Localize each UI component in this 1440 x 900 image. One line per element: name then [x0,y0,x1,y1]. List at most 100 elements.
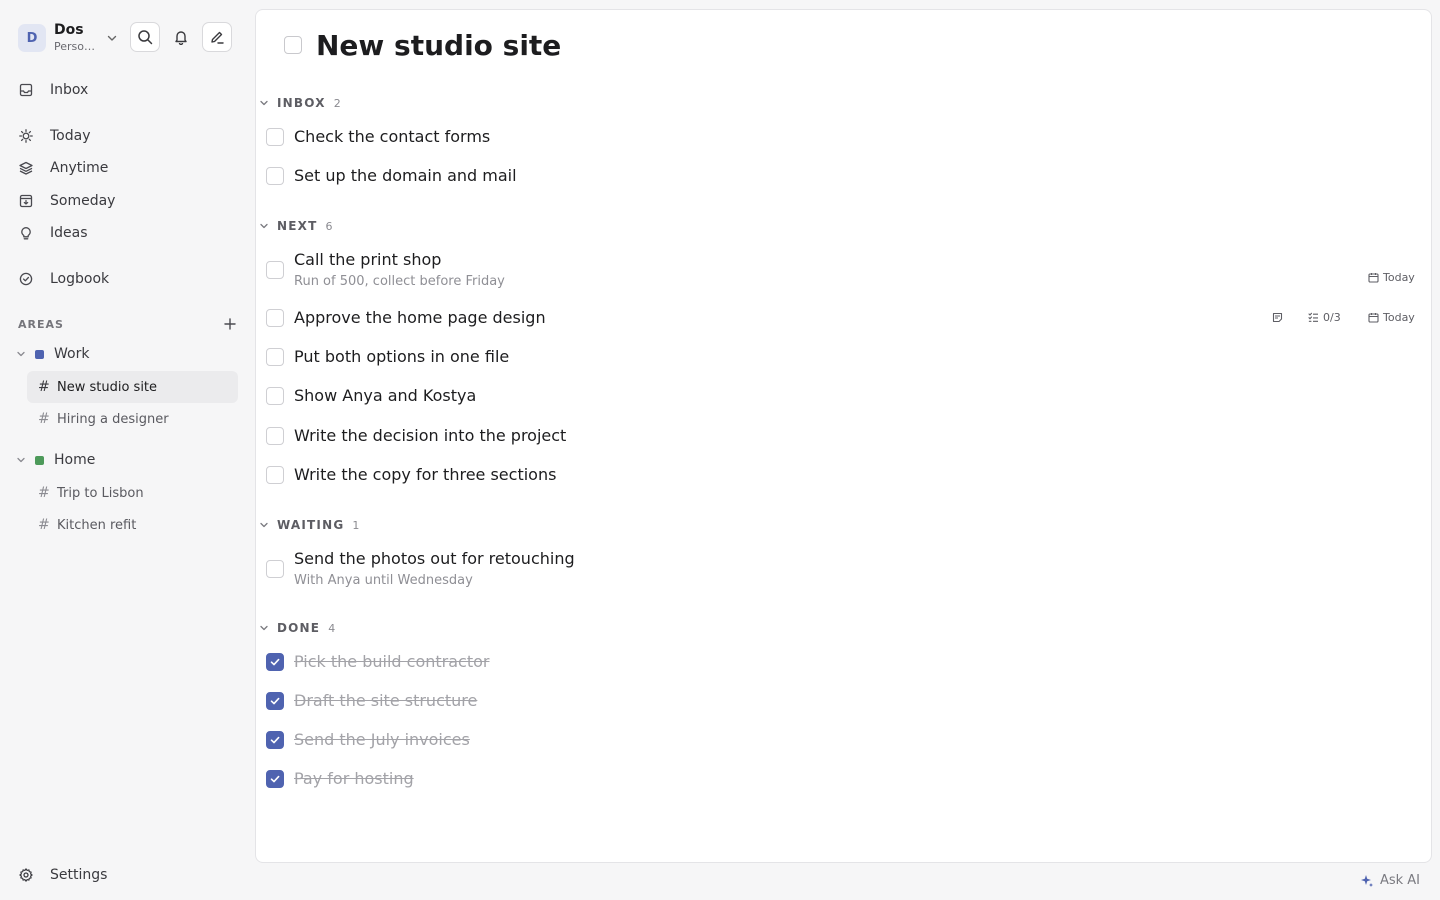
calendar-icon [1367,312,1379,324]
plus-icon [224,318,236,330]
task-checkbox[interactable] [266,387,284,405]
checklist-progress: 0/3 [1307,311,1341,324]
task-checkbox[interactable] [266,427,284,445]
section-header-done[interactable]: DONE 4 [256,619,335,637]
area-work[interactable]: Work [14,341,238,367]
section-label: WAITING [277,518,345,532]
settings-button[interactable]: Settings [10,862,238,888]
nav-inbox[interactable]: Inbox [10,76,238,104]
workspace-switcher[interactable]: D Dos Personal [18,20,254,56]
sidebar: D Dos Personal Inbox Today Anytime Somed… [0,0,254,900]
task-title: Pay for hosting [294,769,414,788]
chevron-down-icon[interactable] [257,96,271,110]
task-title: Call the print shop [294,250,442,269]
areas-header: AREAS [18,316,238,332]
checklist-count: 0/3 [1323,311,1341,324]
nav-someday[interactable]: Someday [10,187,238,215]
project-kitchen-refit[interactable]: # Kitchen refit [27,509,238,541]
workspace-avatar: D [18,24,46,52]
search-icon [137,29,153,45]
search-button[interactable] [130,22,160,52]
task-note: Run of 500, collect before Friday [294,274,505,289]
task-checkbox[interactable] [266,167,284,185]
nav-label: Inbox [50,82,89,98]
section-header-next[interactable]: NEXT 6 [256,217,332,235]
note-indicator [1271,311,1287,323]
task-date-label: Today [1383,311,1415,324]
hash-icon: # [38,517,50,533]
area-label: Work [54,346,90,362]
nav-anytime[interactable]: Anytime [10,154,238,182]
chevron-down-icon[interactable] [257,518,271,532]
chevron-down-icon[interactable] [257,219,271,233]
task-checkbox[interactable] [266,560,284,578]
section-header-waiting[interactable]: WAITING 1 [256,516,359,534]
task-note: With Anya until Wednesday [294,573,473,588]
checklist-icon [1307,312,1319,324]
task-checkbox[interactable] [266,128,284,146]
task-checkbox-checked[interactable] [266,770,284,788]
lightbulb-icon [18,225,34,241]
area-label: Home [54,452,96,468]
project-header: New studio site [284,28,561,62]
section-label: DONE [277,621,321,635]
task-date[interactable]: Today [1367,271,1415,284]
task-checkbox-checked[interactable] [266,653,284,671]
layers-icon [18,160,34,176]
task-checkbox-checked[interactable] [266,692,284,710]
nav-label: Anytime [50,160,109,176]
task-title: Send the photos out for retouching [294,549,575,568]
project-new-studio-site[interactable]: # New studio site [27,371,238,403]
ask-ai-button[interactable]: Ask AI [1360,873,1420,888]
project-trip-to-lisbon[interactable]: # Trip to Lisbon [27,477,238,509]
note-icon [1271,311,1283,323]
chevron-down-icon[interactable] [257,621,271,635]
project-hiring-a-designer[interactable]: # Hiring a designer [27,403,238,435]
chevron-down-icon[interactable] [14,453,28,467]
task-title: Put both options in one file [294,347,510,366]
add-area-button[interactable] [222,316,238,332]
task-date[interactable]: Today [1367,311,1415,324]
project-label: New studio site [57,379,158,395]
task-checkbox-checked[interactable] [266,731,284,749]
sparkle-icon [1360,874,1374,888]
new-task-button[interactable] [202,22,232,52]
chevron-down-icon[interactable] [104,30,120,46]
page-title: New studio site [316,28,562,62]
task-checkbox[interactable] [266,261,284,279]
project-label: Trip to Lisbon [57,485,144,501]
bell-icon [173,29,189,45]
workspace-subtitle: Personal [54,39,100,53]
notifications-button[interactable] [166,22,196,52]
task-title: Write the copy for three sections [294,465,557,484]
project-view: New studio site INBOX 2 Check the contac… [255,9,1432,863]
section-count: 2 [333,96,341,110]
task-title: Write the decision into the project [294,426,567,445]
hash-icon: # [38,379,50,395]
nav-today[interactable]: Today [10,122,238,150]
nav-ideas[interactable]: Ideas [10,219,238,247]
section-count: 6 [325,219,333,233]
task-checkbox[interactable] [266,466,284,484]
task-checkbox[interactable] [266,348,284,366]
nav-label: Ideas [50,225,88,241]
task-checkbox[interactable] [266,309,284,327]
nav-logbook[interactable]: Logbook [10,265,238,293]
area-home[interactable]: Home [14,447,238,473]
sun-icon [18,128,34,144]
section-count: 1 [352,518,360,532]
section-header-inbox[interactable]: INBOX 2 [256,94,341,112]
ask-ai-label: Ask AI [1379,873,1420,888]
checkmark-icon [270,775,280,783]
chevron-down-icon[interactable] [14,347,28,361]
area-color-dot [35,455,44,465]
checkmark-icon [270,697,280,705]
task-title: Show Anya and Kostya [294,386,477,405]
task-title: Pick the build contractor [294,652,490,671]
check-circle-icon [18,271,34,287]
task-title: Send the July invoices [294,730,470,749]
task-title: Check the contact forms [294,127,491,146]
archive-box-icon [18,193,34,209]
project-label: Hiring a designer [57,411,169,427]
project-complete-checkbox[interactable] [284,36,302,54]
